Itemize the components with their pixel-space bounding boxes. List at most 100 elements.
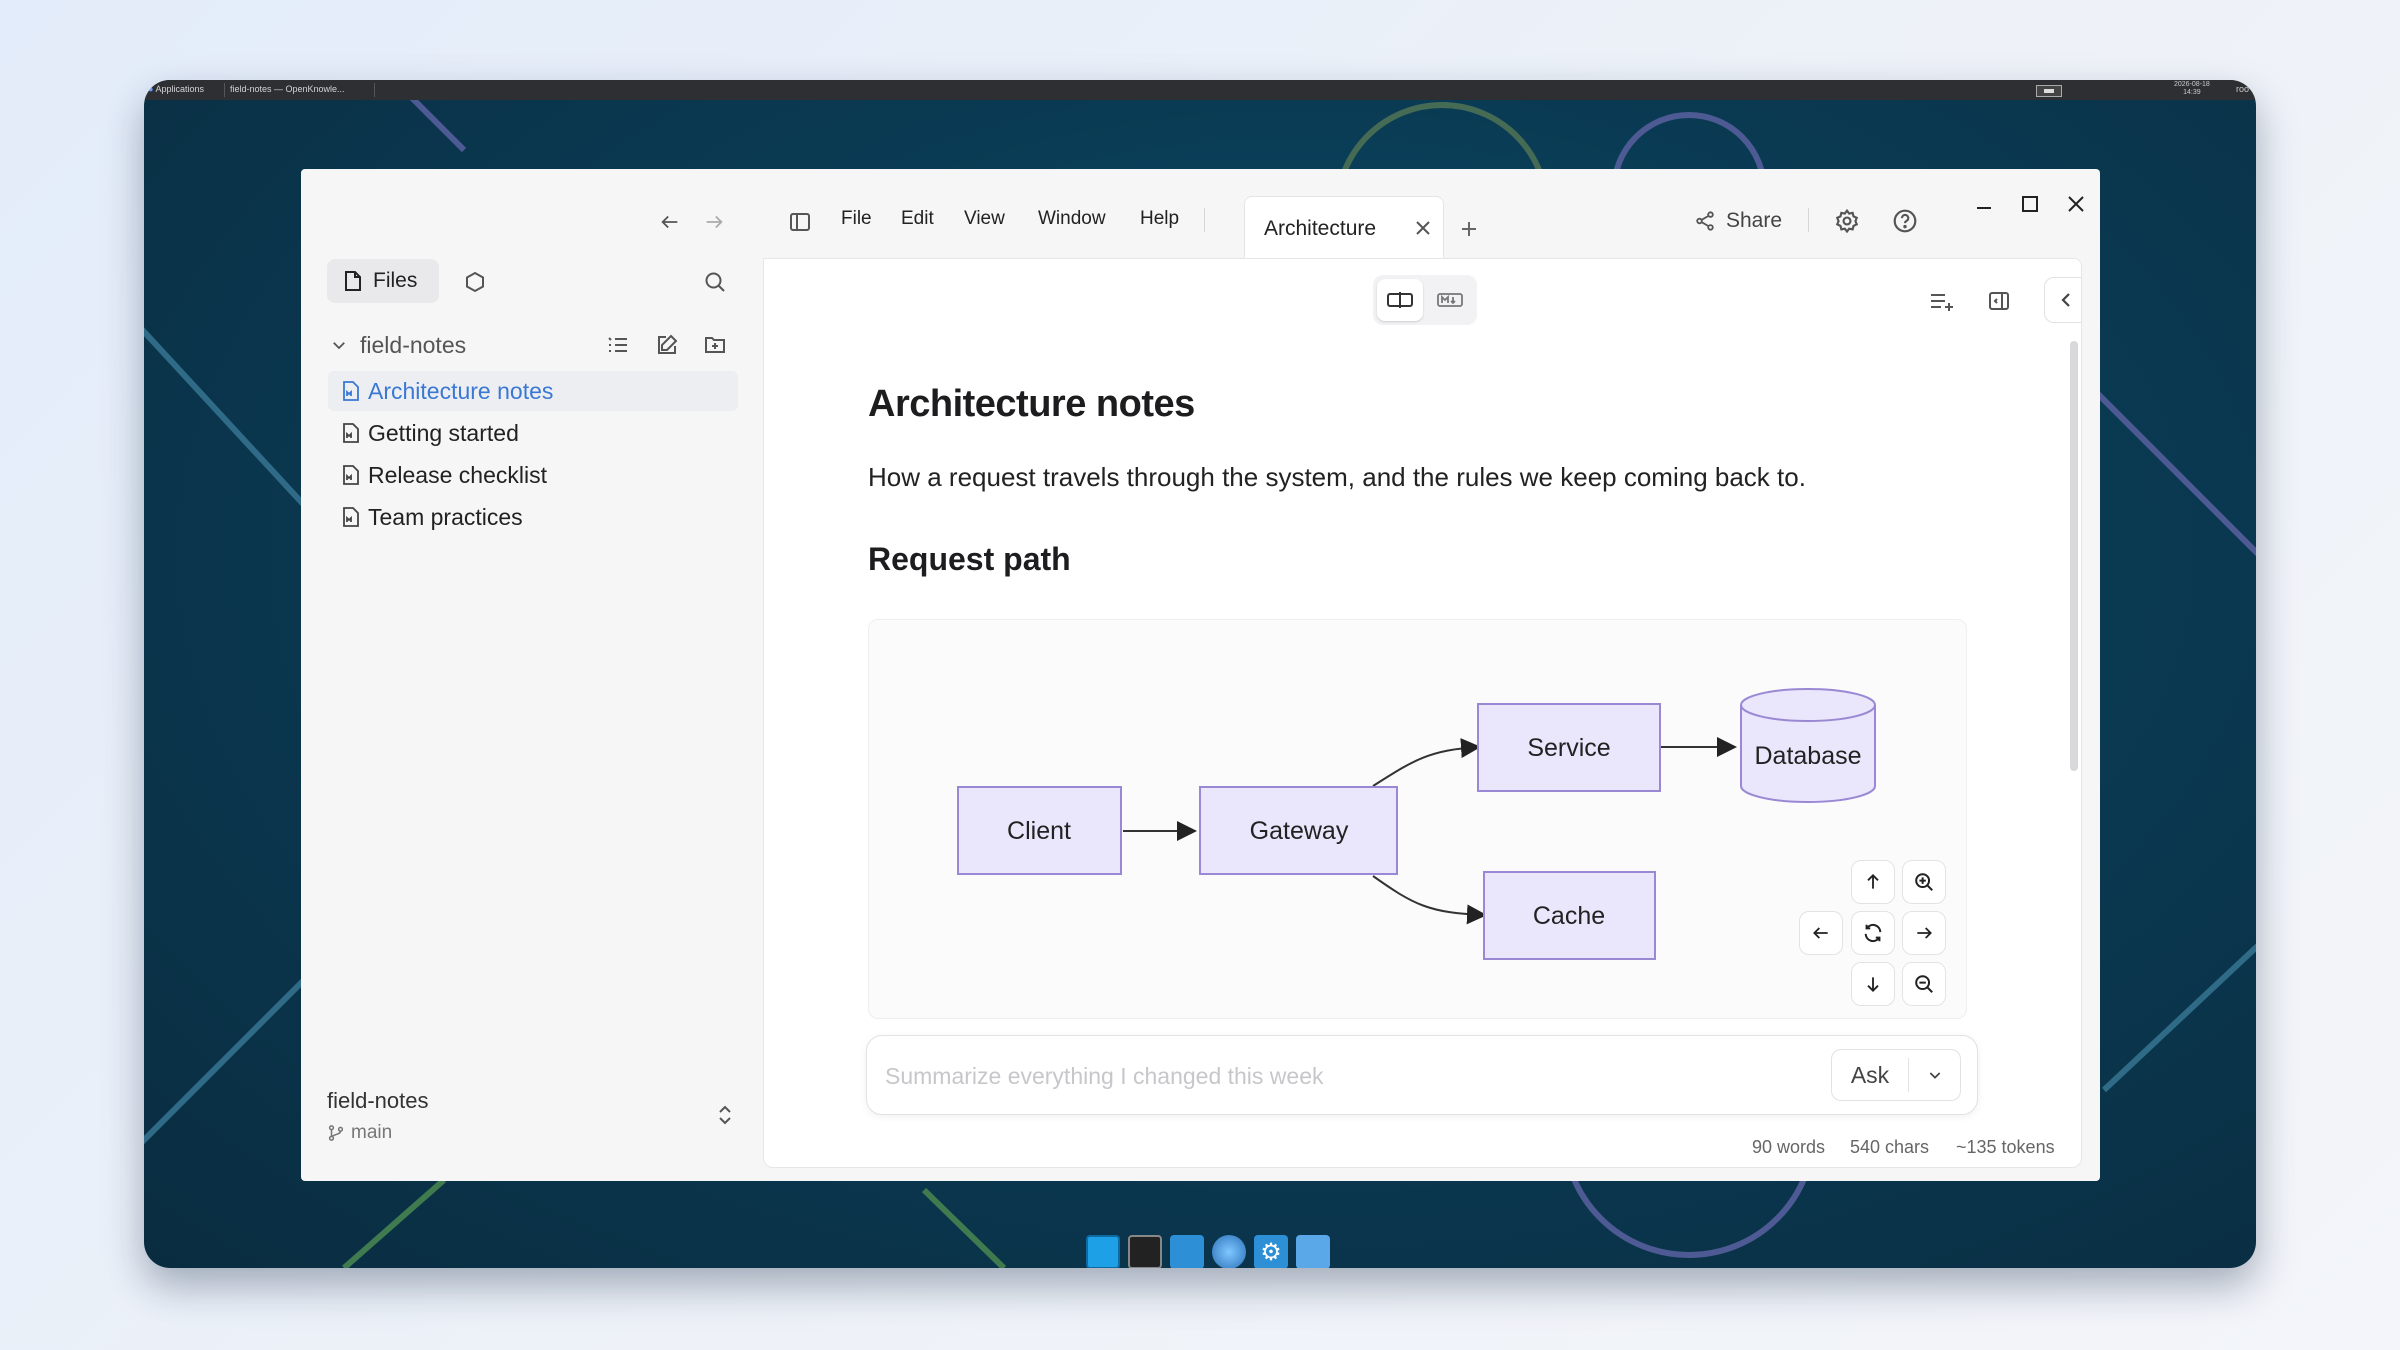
- clock-date: 2026-08-18: [2174, 81, 2210, 88]
- close-window-icon[interactable]: [2062, 190, 2090, 218]
- applications-menu[interactable]: ● Applications: [148, 84, 204, 94]
- menu-help[interactable]: Help: [1140, 208, 1179, 230]
- text-editor-icon[interactable]: [1170, 1235, 1204, 1268]
- minimize-icon[interactable]: [1970, 190, 1998, 218]
- sidebar-item-label: Architecture notes: [368, 377, 554, 404]
- document-intro: How a request travels through the system…: [868, 462, 1806, 492]
- dock: ⚙: [1086, 1235, 1330, 1268]
- sidebar-item-team-practices[interactable]: Team practices: [328, 497, 738, 537]
- new-folder-icon[interactable]: [699, 329, 731, 361]
- flowchart: Client Gateway Service Cache Database: [957, 688, 1876, 960]
- markdown-icon: [1437, 293, 1463, 307]
- settings-icon[interactable]: [1830, 204, 1864, 238]
- share-label: Share: [1726, 209, 1783, 232]
- node-service-label: Service: [1527, 734, 1610, 762]
- zoom-out-button[interactable]: [1902, 962, 1946, 1006]
- git-branch-icon: [328, 1125, 344, 1141]
- help-icon[interactable]: [1888, 204, 1922, 238]
- pan-left-button[interactable]: [1799, 911, 1843, 955]
- arrow-right-icon: [1917, 927, 1932, 939]
- taskbar-window-title[interactable]: field-notes — OpenKnowle...: [230, 84, 380, 94]
- section-heading: Request path: [868, 541, 1071, 577]
- edge-gateway-service: [1372, 738, 1481, 787]
- pan-right-button[interactable]: [1902, 911, 1946, 955]
- plugins-icon[interactable]: [458, 265, 492, 299]
- edge-gateway-cache: [1372, 875, 1487, 925]
- markdown-file-icon: [343, 465, 359, 485]
- sidebar-item-release-checklist[interactable]: Release checklist: [328, 455, 738, 495]
- node-client-label: Client: [1007, 817, 1071, 845]
- arrow-down-icon: [1867, 977, 1879, 992]
- sidebar-item-architecture-notes[interactable]: Architecture notes: [328, 371, 738, 411]
- arrow-left-icon: [1813, 927, 1828, 939]
- folder-name: field-notes: [360, 331, 467, 358]
- document-title: Architecture notes: [868, 383, 1195, 425]
- branch-name: main: [351, 1122, 393, 1143]
- branch-indicator[interactable]: main: [327, 1122, 392, 1144]
- topbar-divider: [374, 83, 375, 97]
- menu-edit[interactable]: Edit: [901, 208, 934, 230]
- scrollbar-thumb[interactable]: [2070, 341, 2078, 771]
- ask-button-group: Ask: [1831, 1049, 1961, 1101]
- node-cache-label: Cache: [1533, 902, 1605, 930]
- tray-window-icon[interactable]: [2036, 85, 2062, 97]
- preview-mode-button[interactable]: [1377, 279, 1423, 321]
- close-tab-icon[interactable]: [1414, 219, 1432, 237]
- settings-app-icon[interactable]: ⚙: [1254, 1235, 1288, 1268]
- arrow-up-icon: [1867, 874, 1879, 889]
- terminal-icon[interactable]: [1128, 1235, 1162, 1268]
- source-mode-button[interactable]: [1427, 279, 1473, 321]
- sidebar-item-getting-started[interactable]: Getting started: [328, 413, 738, 453]
- refresh-icon: [1864, 923, 1882, 943]
- chevron-left-icon: [2061, 293, 2070, 307]
- tab-architecture[interactable]: Architecture: [1244, 196, 1444, 258]
- workspace-switcher-icon[interactable]: [710, 1100, 740, 1130]
- menu-window[interactable]: Window: [1038, 208, 1106, 230]
- word-count: 90 words: [1752, 1137, 1826, 1157]
- markdown-file-icon: [343, 381, 359, 401]
- files-tab[interactable]: Files: [327, 259, 439, 303]
- share-icon: [1696, 211, 1714, 231]
- user-label: roo: [2236, 84, 2250, 94]
- clock: 2026-08-18 14:39: [2174, 81, 2210, 97]
- new-note-icon[interactable]: [651, 329, 683, 361]
- workspace-name[interactable]: field-notes: [327, 1088, 429, 1114]
- applications-label: Applications: [155, 84, 204, 94]
- ask-button[interactable]: Ask: [1832, 1050, 1908, 1100]
- zoom-in-icon: [1915, 873, 1933, 891]
- pan-down-button[interactable]: [1851, 962, 1895, 1006]
- files-app-icon[interactable]: [1296, 1235, 1330, 1268]
- new-tab-icon[interactable]: [1454, 214, 1484, 244]
- tab-label: Architecture: [1264, 217, 1377, 240]
- reset-view-button[interactable]: [1851, 911, 1895, 955]
- toggle-sidebar-icon[interactable]: [782, 204, 818, 240]
- token-count: ~135 tokens: [1956, 1137, 2055, 1157]
- share-button[interactable]: Share: [1694, 206, 1782, 236]
- split-view-icon: [1387, 292, 1413, 308]
- zoom-in-button[interactable]: [1902, 860, 1946, 904]
- right-panel-icon[interactable]: [1981, 283, 2017, 319]
- pan-up-button[interactable]: [1851, 860, 1895, 904]
- folder-row[interactable]: field-notes: [330, 330, 466, 360]
- markdown-file-icon: [343, 423, 359, 443]
- zoom-out-icon: [1915, 975, 1933, 993]
- back-icon[interactable]: [654, 206, 686, 238]
- search-icon[interactable]: [698, 265, 732, 299]
- file-icon: [345, 271, 361, 291]
- menu-file[interactable]: File: [841, 208, 872, 230]
- forward-icon[interactable]: [698, 206, 730, 238]
- system-topbar: ● Applications field-notes — OpenKnowle.…: [144, 80, 2256, 100]
- menu-view[interactable]: View: [964, 208, 1005, 230]
- maximize-icon[interactable]: [2016, 190, 2044, 218]
- node-gateway-label: Gateway: [1250, 817, 1349, 845]
- ask-options-button[interactable]: [1909, 1050, 1961, 1100]
- diagram-container: Client Gateway Service Cache Database: [868, 619, 1967, 1019]
- outline-icon[interactable]: [602, 329, 634, 361]
- collapse-panel-button[interactable]: [2044, 277, 2081, 323]
- applications-icon: ●: [148, 84, 154, 94]
- browser-icon[interactable]: [1212, 1235, 1246, 1268]
- toolbar-divider: [1808, 208, 1809, 232]
- desktop-icon[interactable]: [1086, 1235, 1120, 1268]
- outline-panel-icon[interactable]: [1924, 283, 1960, 319]
- ask-input[interactable]: [885, 1056, 1765, 1096]
